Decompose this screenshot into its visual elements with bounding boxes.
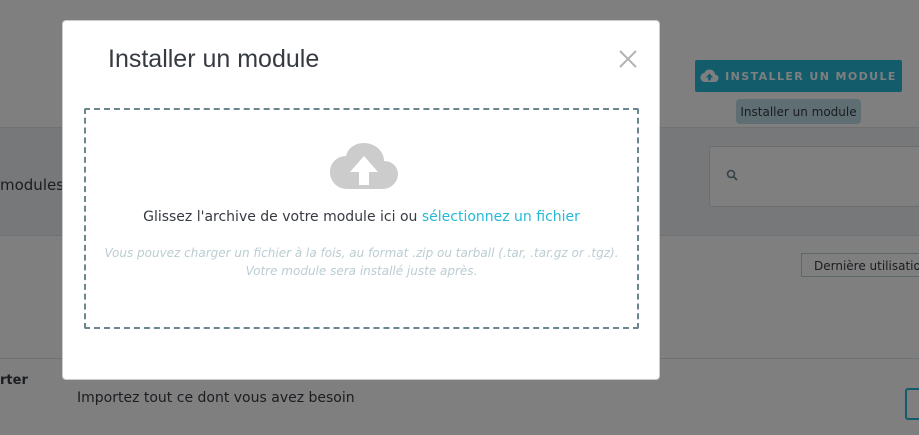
dropzone-help-text: Vous pouvez charger un fichier à la fois… [104,246,619,278]
upload-dropzone[interactable]: Glissez l'archive de votre module ici ou… [84,108,639,329]
dropzone-instruction: Glissez l'archive de votre module ici ou [143,209,422,225]
modal-title: Installer un module [108,45,320,73]
cloud-upload-icon [330,143,398,189]
select-file-link[interactable]: sélectionnez un fichier [422,209,580,225]
dropzone-text: Glissez l'archive de votre module ici ou… [86,209,637,225]
close-icon[interactable] [617,48,639,70]
install-module-modal: Installer un module Glissez l'archive de… [62,20,660,380]
